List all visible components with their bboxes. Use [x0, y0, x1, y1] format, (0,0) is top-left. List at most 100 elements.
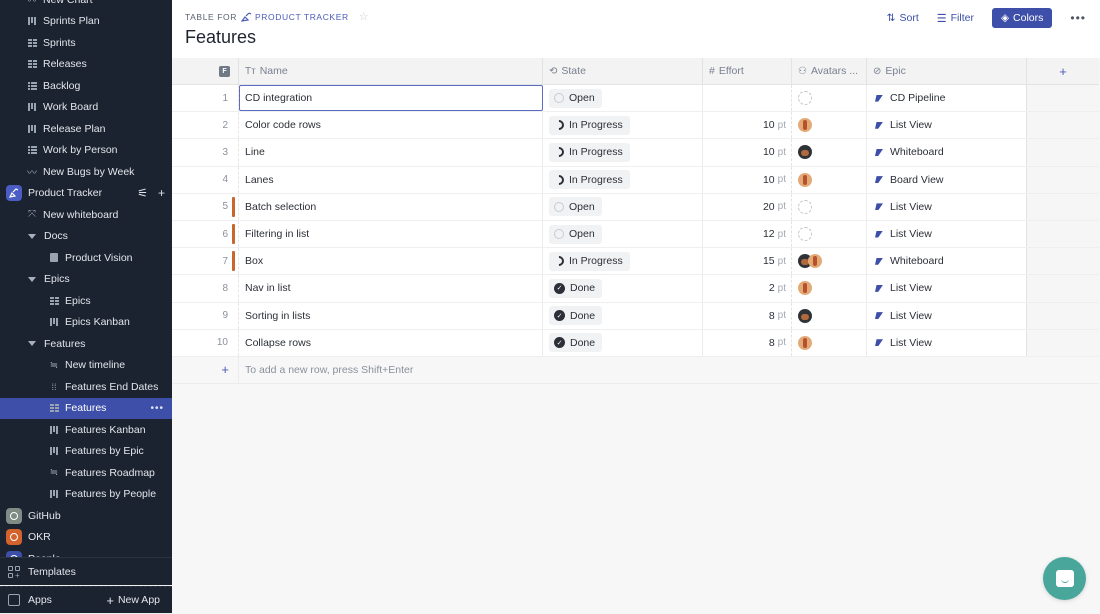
avatar[interactable] [808, 254, 822, 269]
column-header-name[interactable]: Tт Name [239, 58, 543, 84]
avatars-cell[interactable] [792, 85, 867, 112]
empty-avatar-icon[interactable] [798, 91, 812, 106]
effort-cell[interactable]: 20 pt [703, 193, 792, 220]
sidebar-item[interactable]: Release Plan [0, 118, 172, 140]
avatar[interactable] [798, 118, 812, 133]
sidebar-item[interactable]: Work by Person [0, 140, 172, 162]
state-cell[interactable]: Open [543, 193, 703, 220]
status-badge[interactable]: ✓ Done [549, 333, 603, 353]
star-icon[interactable]: ☆ [359, 10, 369, 23]
epic-text[interactable]: CD Pipeline [890, 92, 945, 104]
table-row[interactable]: 7 Box In Progress 15 pt Whiteboard [172, 248, 1099, 276]
state-cell[interactable]: ✓ Done [543, 275, 703, 302]
avatars-cell[interactable] [792, 166, 867, 193]
sidebar-app[interactable]: OKR [0, 527, 172, 549]
sidebar-item[interactable]: ≒ New timeline [0, 355, 172, 377]
state-cell[interactable]: In Progress [543, 112, 703, 139]
name-cell[interactable]: Batch selection [239, 193, 543, 220]
epic-cell[interactable]: List View [867, 329, 1027, 356]
sidebar-app[interactable]: GitHub [0, 505, 172, 527]
colors-button[interactable]: ◈ Colors [991, 8, 1053, 28]
add-icon[interactable]: + [158, 186, 165, 200]
caret-down-icon[interactable] [28, 233, 36, 239]
avatars-cell[interactable] [792, 302, 867, 329]
sidebar-item[interactable]: ⁞⁞ Features End Dates [0, 376, 172, 398]
table-row[interactable]: 5 Batch selection Open 20 pt List View [172, 193, 1099, 221]
status-badge[interactable]: ✓ Done [549, 306, 603, 326]
add-column-button[interactable]: + [1027, 58, 1099, 84]
state-cell[interactable]: Open [543, 220, 703, 248]
avatar[interactable] [798, 335, 812, 350]
sidebar-section[interactable]: Epics [0, 269, 172, 291]
table-row[interactable]: 8 Nav in list ✓ Done 2 pt List View [172, 275, 1099, 303]
avatars-cell[interactable] [792, 329, 867, 356]
name-cell[interactable]: Filtering in list [239, 220, 543, 248]
effort-cell[interactable]: 10 pt [703, 139, 792, 166]
avatars-cell[interactable] [792, 112, 867, 139]
effort-cell[interactable]: 15 pt [703, 248, 792, 275]
sidebar-item[interactable]: Product Vision [0, 247, 172, 269]
more-options-icon[interactable]: ••• [150, 403, 164, 414]
chat-support-button[interactable] [1043, 557, 1086, 600]
effort-cell[interactable]: 12 pt [703, 220, 792, 248]
state-cell[interactable]: Open [543, 85, 703, 112]
status-badge[interactable]: In Progress [549, 170, 630, 190]
sidebar-item[interactable]: Sprints Plan [0, 11, 172, 33]
avatars-cell[interactable] [792, 139, 867, 166]
sort-button[interactable]: ⇅ Sort [887, 12, 919, 24]
table-row[interactable]: 1 CD integration Open CD Pipeline [172, 85, 1099, 113]
sidebar-item[interactable]: Epics Kanban [0, 312, 172, 334]
sidebar-item[interactable]: Epics [0, 290, 172, 312]
epic-text[interactable]: List View [890, 228, 932, 240]
sidebar-item[interactable]: Work Board [0, 97, 172, 119]
sidebar-section[interactable]: Features [0, 333, 172, 355]
effort-cell[interactable]: 8 pt [703, 329, 792, 356]
effort-cell[interactable]: 10 pt [703, 112, 792, 139]
empty-avatar-icon[interactable] [798, 199, 812, 214]
sidebar-item[interactable]: 〰 New Chart [0, 0, 172, 11]
epic-cell[interactable]: List View [867, 220, 1027, 248]
epic-cell[interactable]: List View [867, 193, 1027, 220]
templates-button[interactable]: + Templates [0, 558, 172, 586]
column-header-epic[interactable]: ⊘ Epic [867, 58, 1027, 84]
effort-cell[interactable] [703, 85, 792, 112]
name-cell[interactable]: CD integration [239, 85, 543, 112]
more-options-icon[interactable]: ••• [1070, 11, 1086, 25]
avatars-cell[interactable] [792, 248, 867, 275]
state-cell[interactable]: ✓ Done [543, 302, 703, 329]
name-cell[interactable]: Lanes [239, 166, 543, 193]
status-badge[interactable]: Open [549, 88, 602, 108]
epic-text[interactable]: List View [890, 337, 932, 349]
name-cell[interactable]: Sorting in lists [239, 302, 543, 329]
epic-text[interactable]: Whiteboard [890, 255, 944, 267]
new-app-button[interactable]: + New App [106, 593, 160, 608]
epic-cell[interactable]: List View [867, 275, 1027, 302]
state-cell[interactable]: In Progress [543, 166, 703, 193]
sidebar-item[interactable]: ⤧ New whiteboard [0, 204, 172, 226]
caret-down-icon[interactable] [28, 276, 36, 282]
table-row[interactable]: 2 Color code rows In Progress 10 pt List View [172, 112, 1099, 140]
apps-button[interactable]: Apps [28, 594, 52, 606]
epic-cell[interactable]: List View [867, 112, 1027, 139]
add-row[interactable]: + To add a new row, press Shift+Enter [172, 356, 1099, 384]
sidebar-section[interactable]: Docs [0, 226, 172, 248]
breadcrumb-app-link[interactable]: PRODUCT TRACKER [241, 12, 349, 22]
status-badge[interactable]: In Progress [549, 115, 630, 135]
add-row-plus-icon[interactable]: + [172, 356, 239, 383]
status-badge[interactable]: In Progress [549, 251, 630, 271]
name-cell[interactable]: Collapse rows [239, 329, 543, 356]
epic-text[interactable]: Board View [890, 174, 944, 186]
avatar[interactable] [798, 172, 812, 187]
effort-cell[interactable]: 2 pt [703, 275, 792, 302]
sidebar-item[interactable]: Features ••• [0, 397, 172, 419]
status-badge[interactable]: Open [549, 197, 602, 217]
sidebar-item[interactable]: ≒ Features Roadmap [0, 462, 172, 484]
table-row[interactable]: 4 Lanes In Progress 10 pt Board View [172, 166, 1099, 194]
avatar[interactable] [798, 145, 812, 160]
empty-avatar-icon[interactable] [798, 227, 812, 242]
sidebar-item[interactable]: 〰 New Bugs by Week [0, 161, 172, 183]
avatar[interactable] [798, 308, 812, 323]
epic-cell[interactable]: CD Pipeline [867, 85, 1027, 112]
epic-text[interactable]: List View [890, 282, 932, 294]
avatar[interactable] [798, 281, 812, 296]
